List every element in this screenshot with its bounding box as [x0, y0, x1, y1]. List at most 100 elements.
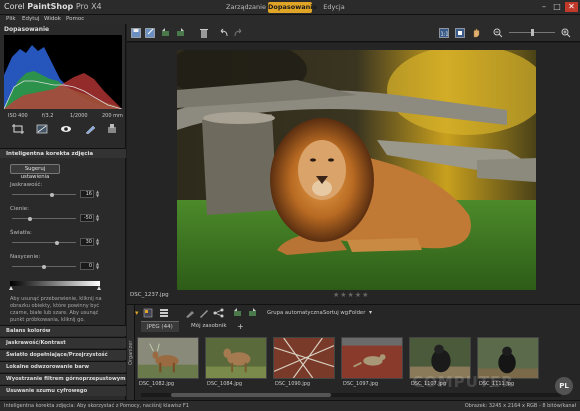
slider-track-highlights[interactable]: [12, 242, 76, 243]
thumbnail[interactable]: DSC_1084.jpg: [205, 337, 267, 391]
pl-badge: PL: [555, 377, 573, 395]
tab-edit[interactable]: Edycja: [316, 2, 352, 13]
thumbnail[interactable]: DSC_1090.jpg: [273, 337, 335, 391]
zoom-in-icon[interactable]: [561, 28, 571, 38]
smartfix-title: Inteligentna korekta zdjęcia: [6, 151, 94, 157]
lion-photo[interactable]: [177, 50, 536, 290]
section-label: Światło dopełniające/Przejrzystość: [6, 352, 108, 358]
thumbnail[interactable]: DSC_1097.jpg: [341, 337, 403, 391]
maximize-icon[interactable]: □: [551, 2, 563, 12]
zoom-out-icon[interactable]: [493, 28, 503, 38]
scrollbar-thumb[interactable]: [171, 393, 331, 397]
menu-edit[interactable]: Edytuj: [22, 16, 39, 22]
tab-adjust[interactable]: Dopasowanie: [268, 2, 317, 13]
tab-jpeg[interactable]: JPEG (44): [141, 321, 179, 332]
adjust-panel: Dopasowanie ISO 400 f/3.2 1/2000 200 mm …: [0, 24, 126, 400]
makeover-icon[interactable]: [84, 124, 96, 134]
section-high-pass-sharpen[interactable]: Wyostrzanie filtrem górnoprzepustowym: [0, 373, 126, 384]
status-message: Inteligentna korekta zdjęcia: Aby skorzy…: [4, 403, 189, 409]
deer-thumb-image: [205, 337, 267, 379]
actual-size-icon[interactable]: 1:1: [439, 28, 449, 38]
branches-thumb-image: [273, 337, 335, 379]
minimize-icon[interactable]: –: [538, 2, 550, 12]
organizer-sidebar[interactable]: Organizer: [127, 305, 135, 401]
add-tab-button[interactable]: +: [231, 321, 250, 332]
slider-knob-brightness[interactable]: [50, 192, 55, 197]
view-mode-icon[interactable]: [159, 308, 169, 318]
navigation-icon[interactable]: [143, 308, 153, 318]
thumbnail[interactable]: DSC_1082.jpg: [137, 337, 199, 391]
rotate-right-thumb-icon[interactable]: [247, 308, 257, 318]
spinner-icon[interactable]: ▲ ▼: [96, 214, 100, 222]
title-bar: Corel PaintShop Pro X4 Zarządzanie Dopas…: [0, 0, 580, 15]
save-as-icon[interactable]: [145, 28, 155, 38]
sort-dropdown[interactable]: Folder: [349, 310, 365, 316]
exif-shutter: 1/2000: [70, 113, 88, 119]
app-title: Corel PaintShop Pro X4: [4, 2, 102, 11]
rotate-right-icon[interactable]: [175, 28, 185, 38]
zoom-slider-handle[interactable]: [531, 29, 534, 36]
help-text: Aby usunąć przebarwienie, kliknij na obr…: [10, 296, 102, 323]
suggest-settings-button[interactable]: Sugeruj ustawienia: [10, 164, 60, 180]
close-icon[interactable]: ✕: [565, 2, 578, 12]
menu-file[interactable]: Plik: [6, 16, 16, 22]
spinner-icon[interactable]: ▲ ▼: [96, 238, 100, 246]
section-label: Wyostrzanie filtrem górnoprzepustowym: [6, 376, 126, 382]
slider-knob-shadows[interactable]: [27, 216, 32, 221]
undo-icon[interactable]: [219, 28, 229, 38]
thumb-caption: DSC_1097.jpg: [343, 381, 379, 387]
main-toolbar: 1:1: [127, 24, 580, 42]
section-label: Jaskrawość/Kontrast: [6, 340, 66, 346]
svg-text:1:1: 1:1: [441, 32, 449, 38]
section-noise-removal[interactable]: Usuwanie szumu cyfrowego: [0, 385, 126, 396]
collapse-icon[interactable]: ▾: [135, 309, 139, 317]
deer-thumb-image: [137, 337, 199, 379]
section-color-balance[interactable]: Balans kolorów: [0, 325, 126, 336]
slider-value-highlights[interactable]: 30: [80, 238, 94, 246]
slider-value-brightness[interactable]: 16: [80, 190, 94, 198]
tab-my-tray[interactable]: Mój zasobnik: [185, 321, 233, 332]
crop-icon[interactable]: [12, 124, 24, 134]
straighten-icon[interactable]: [36, 124, 48, 134]
group-auto-button[interactable]: Grupa automatyczna: [267, 310, 323, 316]
slider-label-brightness: Jaskrawość:: [10, 182, 43, 188]
edit-icon[interactable]: [199, 308, 209, 318]
organizer-tabs: JPEG (44) Mój zasobnik +: [135, 321, 580, 332]
fit-window-icon[interactable]: [455, 28, 465, 38]
clone-icon[interactable]: [106, 124, 118, 134]
save-icon[interactable]: [131, 28, 141, 38]
section-brightness-contrast[interactable]: Jaskrawość/Kontrast: [0, 337, 126, 348]
tab-manage[interactable]: Zarządzanie: [226, 2, 266, 13]
sort-chevron-icon[interactable]: ▾: [369, 309, 372, 316]
share-icon[interactable]: [213, 308, 225, 318]
image-canvas[interactable]: [127, 43, 580, 290]
pan-hand-icon[interactable]: [471, 28, 481, 38]
gradient-markers[interactable]: [9, 286, 101, 290]
section-label: Lokalne odwzorowanie barw: [6, 364, 90, 370]
slider-value-shadows[interactable]: -50: [80, 214, 94, 222]
rotate-left-icon[interactable]: [161, 28, 171, 38]
menu-help[interactable]: Pomoc: [66, 16, 84, 22]
spinner-icon[interactable]: ▲ ▼: [96, 262, 100, 270]
thumb-caption: DSC_1082.jpg: [139, 381, 175, 387]
menu-view[interactable]: Widok: [44, 16, 61, 22]
bird-thumb-image: [341, 337, 403, 379]
spinner-icon[interactable]: ▲ ▼: [96, 190, 100, 198]
slider-knob-saturation[interactable]: [42, 264, 46, 269]
delete-icon[interactable]: [199, 28, 209, 38]
organizer-scrollbar[interactable]: [141, 393, 561, 397]
redo-icon[interactable]: [233, 28, 243, 38]
red-eye-icon[interactable]: [60, 124, 72, 134]
slider-track-shadows[interactable]: [12, 218, 76, 219]
rating-stars[interactable]: ★★★★★: [333, 291, 369, 299]
slider-value-saturation[interactable]: 0: [80, 262, 94, 270]
slider-label-shadows: Cienie:: [10, 206, 30, 212]
rotate-left-thumb-icon[interactable]: [233, 308, 243, 318]
thumb-caption: DSC_1090.jpg: [275, 381, 311, 387]
section-local-tone-mapping[interactable]: Lokalne odwzorowanie barw: [0, 361, 126, 372]
section-fill-light[interactable]: Światło dopełniające/Przejrzystość: [0, 349, 126, 360]
slider-track-brightness[interactable]: [12, 194, 76, 195]
slider-knob-highlights[interactable]: [54, 240, 59, 245]
smartfix-header[interactable]: Inteligentna korekta zdjęcia: [0, 148, 126, 158]
tag-icon[interactable]: [185, 308, 195, 318]
